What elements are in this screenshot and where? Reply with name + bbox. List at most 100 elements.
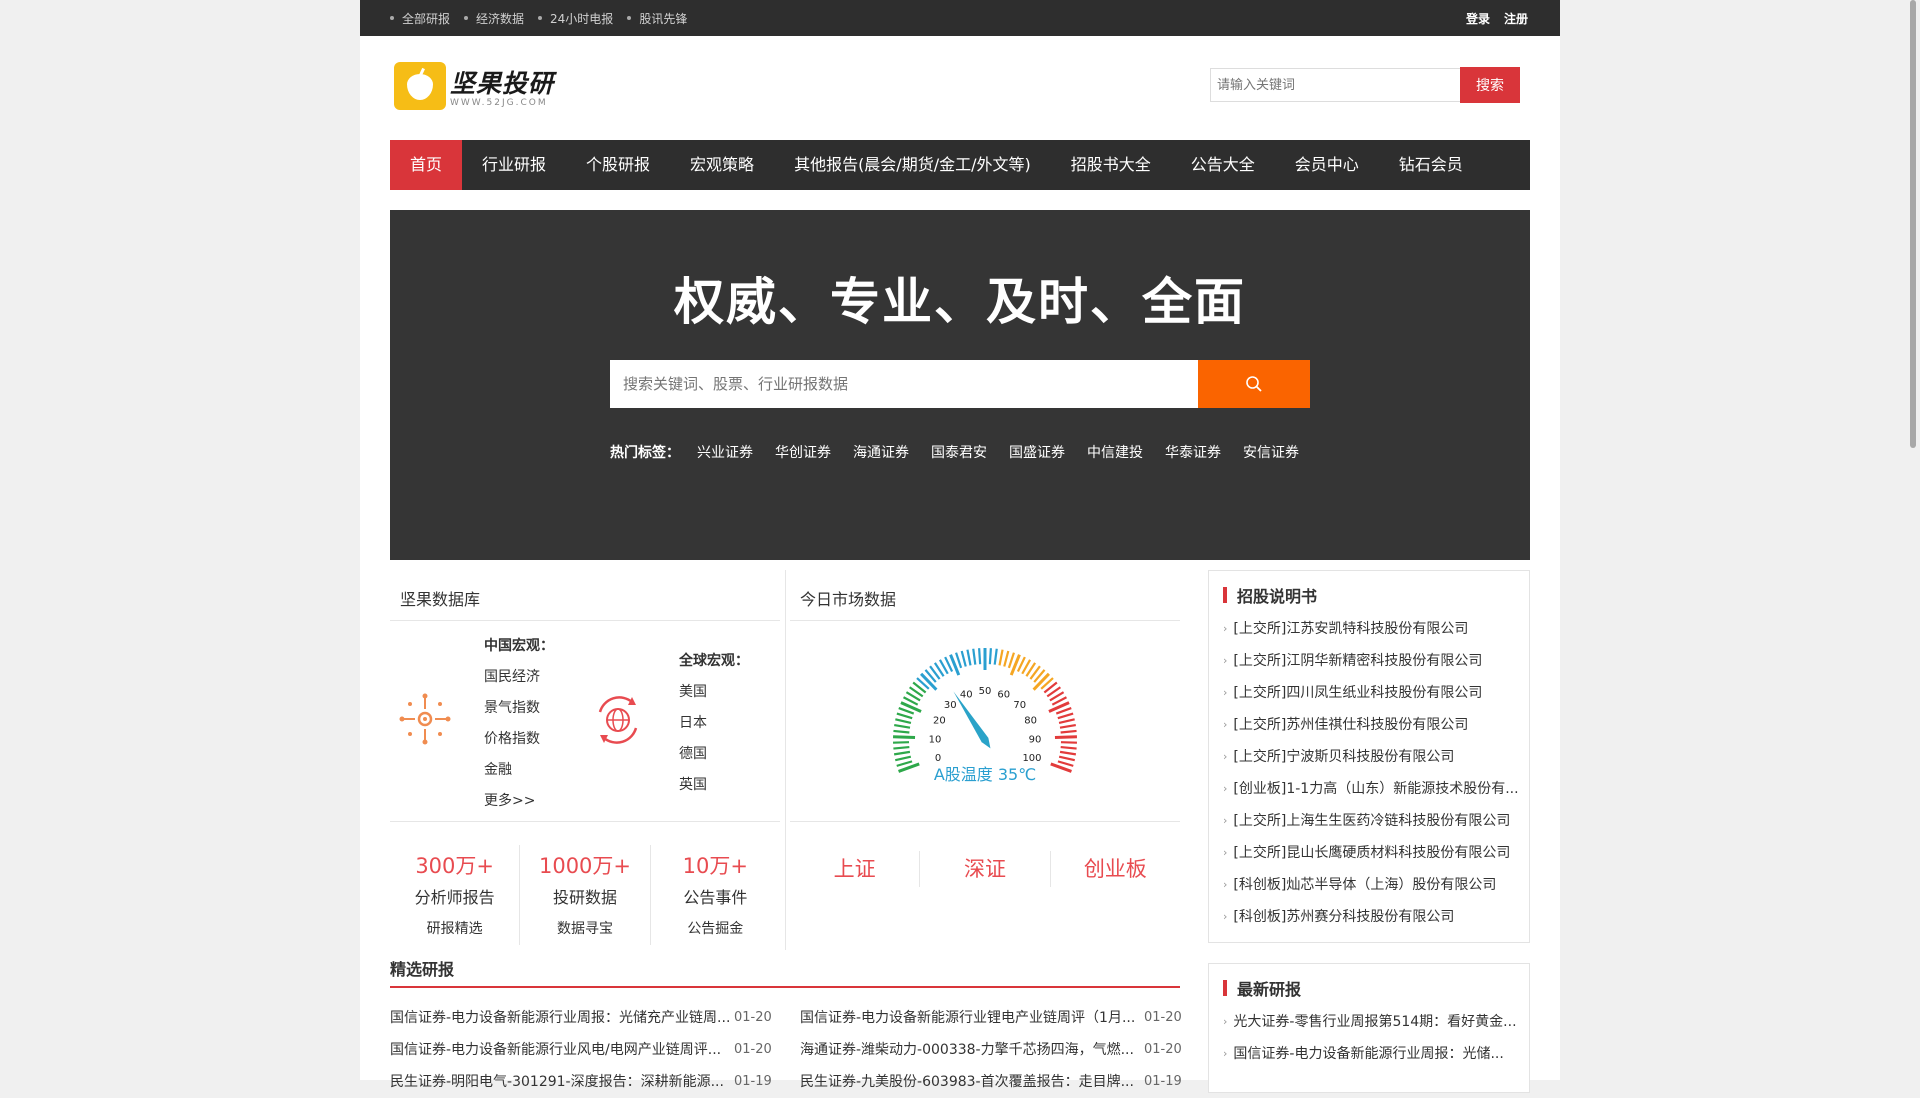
- table-row[interactable]: 国信证券-电力设备新能源行业锂电产业链周评（1月...01-20: [800, 1002, 1195, 1034]
- gauge-tick: [894, 725, 910, 728]
- hot-tag[interactable]: 国盛证券: [1009, 442, 1065, 462]
- network-icon: [398, 692, 452, 746]
- more-link[interactable]: 更多>>: [484, 790, 554, 810]
- macro-link[interactable]: 国民经济: [484, 666, 554, 686]
- table-row[interactable]: 国信证券-电力设备新能源行业风电/电网产业链周评...01-20: [390, 1034, 785, 1066]
- gauge-tick-label: 60: [997, 690, 1010, 701]
- gauge-tick-label: 0: [935, 753, 941, 764]
- hero-search: [610, 360, 1310, 408]
- table-row[interactable]: 民生证券-明阳电气-301291-深度报告：深耕新能源...01-19: [390, 1066, 785, 1098]
- login-link[interactable]: 登录: [1466, 10, 1490, 27]
- table-row[interactable]: 民生证券-九美股份-603983-首次覆盖报告：走目牌...01-19: [800, 1066, 1195, 1098]
- hot-tags-label: 热门标签：: [610, 442, 680, 462]
- divider: [390, 620, 780, 621]
- hot-tag[interactable]: 海通证券: [853, 442, 909, 462]
- gauge-tick: [1000, 650, 1003, 666]
- table-row[interactable]: 海通证券-潍柴动力-000338-力擎千芯扬四海，气燃...01-20: [800, 1034, 1195, 1066]
- nav-item-diamond[interactable]: 钻石会员: [1379, 140, 1483, 190]
- macro-link[interactable]: 景气指数: [484, 697, 554, 717]
- top-link-stock-news[interactable]: 股讯先锋: [627, 10, 687, 27]
- list-item[interactable]: ›[科创板]灿芯半导体（上海）股份有限公司: [1223, 869, 1519, 901]
- hero-search-button[interactable]: [1198, 360, 1310, 408]
- nav-item-other[interactable]: 其他报告(晨会/期货/金工/外文等): [774, 140, 1051, 190]
- nut-logo-icon: [394, 62, 446, 110]
- list-item[interactable]: ›[上交所]江苏安凯特科技股份有限公司: [1223, 613, 1519, 645]
- stats-row: 300万+ 分析师报告 研报精选 1000万+ 投研数据 数据寻宝 10万+ 公…: [390, 845, 780, 945]
- list-item[interactable]: ›[上交所]宁波斯贝科技股份有限公司: [1223, 741, 1519, 773]
- macro-link[interactable]: 金融: [484, 759, 554, 779]
- top-link-all-reports[interactable]: 全部研报: [390, 10, 450, 27]
- market-indices: 上证 深证 创业板: [790, 845, 1180, 905]
- gauge-tick: [893, 731, 909, 733]
- gauge-tick: [990, 648, 991, 664]
- stat-announcements[interactable]: 10万+ 公告事件 公告掘金: [651, 845, 780, 945]
- list-item[interactable]: ›[上交所]四川凤生纸业科技股份有限公司: [1223, 677, 1519, 709]
- list-item[interactable]: ›[上交所]苏州佳祺仕科技股份有限公司: [1223, 709, 1519, 741]
- list-item[interactable]: ›光大证券-零售行业周报第514期：看好黄金...: [1223, 1006, 1519, 1038]
- register-link[interactable]: 注册: [1504, 10, 1528, 27]
- auth-links: 登录 注册: [1452, 0, 1528, 36]
- hot-tag[interactable]: 华创证券: [775, 442, 831, 462]
- nav-item-announcements[interactable]: 公告大全: [1171, 140, 1275, 190]
- list-item[interactable]: ›[科创板]苏州赛分科技股份有限公司: [1223, 901, 1519, 933]
- global-macro-title: 全球宏观：: [679, 650, 749, 670]
- table-row[interactable]: 国信证券-电力设备新能源行业周报：光储充产业链周...01-20: [390, 1002, 785, 1034]
- chevron-right-icon: ›: [1223, 645, 1227, 677]
- country-link[interactable]: 英国: [679, 774, 749, 794]
- market-panel: 今日市场数据 0102030405060708090100A股温度 35℃ 上证…: [790, 570, 1180, 950]
- bullet-icon: [464, 16, 468, 20]
- gauge-tick-label: 50: [979, 686, 992, 697]
- index-shenzhen[interactable]: 深证: [920, 851, 1050, 887]
- stat-reports[interactable]: 300万+ 分析师报告 研报精选: [390, 845, 520, 945]
- logo-domain: WWW.52JG.COM: [450, 98, 554, 108]
- nav-item-member[interactable]: 会员中心: [1275, 140, 1379, 190]
- top-links: 全部研报 经济数据 24小时电报 股讯先锋: [390, 0, 701, 36]
- list-item[interactable]: ›[上交所]昆山长鹰硬质材料科技股份有限公司: [1223, 837, 1519, 869]
- gauge-tick: [1059, 757, 1075, 761]
- chevron-right-icon: ›: [1223, 1038, 1227, 1070]
- bullet-icon: [627, 16, 631, 20]
- macro-link[interactable]: 价格指数: [484, 728, 554, 748]
- nav-item-stock[interactable]: 个股研报: [566, 140, 670, 190]
- index-chinext[interactable]: 创业板: [1051, 851, 1180, 887]
- list-item[interactable]: ›[上交所]上海生生医药冷链科技股份有限公司: [1223, 805, 1519, 837]
- top-link-24h-news[interactable]: 24小时电报: [538, 10, 613, 27]
- gauge-tick-label: 90: [1029, 734, 1042, 745]
- hot-tag[interactable]: 国泰君安: [931, 442, 987, 462]
- site-logo[interactable]: 坚果投研 WWW.52JG.COM: [394, 62, 554, 110]
- nav-item-prospectus[interactable]: 招股书大全: [1051, 140, 1171, 190]
- list-item[interactable]: ›[上交所]江阴华新精密科技股份有限公司: [1223, 645, 1519, 677]
- page-scrollbar[interactable]: [1904, 0, 1920, 1080]
- country-link[interactable]: 日本: [679, 712, 749, 732]
- gauge-tick: [995, 649, 997, 665]
- hot-tag[interactable]: 兴业证券: [697, 442, 753, 462]
- header-search-input[interactable]: [1210, 68, 1460, 102]
- gauge-tick: [894, 752, 910, 755]
- search-icon: [1245, 375, 1263, 393]
- scrollbar-thumb[interactable]: [1910, 0, 1916, 448]
- latest-title: 最新研报: [1223, 976, 1301, 1000]
- nav-item-industry[interactable]: 行业研报: [462, 140, 566, 190]
- chevron-right-icon: ›: [1223, 741, 1227, 773]
- list-item[interactable]: ›[创业板]1-1力高（山东）新能源技术股份有...: [1223, 773, 1519, 805]
- hero-search-input[interactable]: [610, 360, 1198, 408]
- gauge-tick: [897, 761, 912, 765]
- index-shanghai[interactable]: 上证: [790, 851, 920, 887]
- hot-tag[interactable]: 中信建投: [1087, 442, 1143, 462]
- list-item[interactable]: ›国信证券-电力设备新能源行业周报：光储...: [1223, 1038, 1519, 1070]
- nav-item-home[interactable]: 首页: [390, 140, 462, 190]
- chevron-right-icon: ›: [1223, 869, 1227, 901]
- country-link[interactable]: 美国: [679, 681, 749, 701]
- hot-tag[interactable]: 安信证券: [1243, 442, 1299, 462]
- divider: [790, 620, 1180, 621]
- hot-tag[interactable]: 华泰证券: [1165, 442, 1221, 462]
- header-search-button[interactable]: 搜索: [1460, 67, 1520, 103]
- top-link-econ-data[interactable]: 经济数据: [464, 10, 524, 27]
- market-title: 今日市场数据: [800, 586, 896, 610]
- nav-item-macro[interactable]: 宏观策略: [670, 140, 774, 190]
- country-link[interactable]: 德国: [679, 743, 749, 763]
- gauge-tick: [1061, 747, 1077, 748]
- main-nav: 首页 行业研报 个股研报 宏观策略 其他报告(晨会/期货/金工/外文等) 招股书…: [390, 140, 1530, 190]
- stat-data[interactable]: 1000万+ 投研数据 数据寻宝: [520, 845, 650, 945]
- gauge-tick: [1059, 719, 1075, 723]
